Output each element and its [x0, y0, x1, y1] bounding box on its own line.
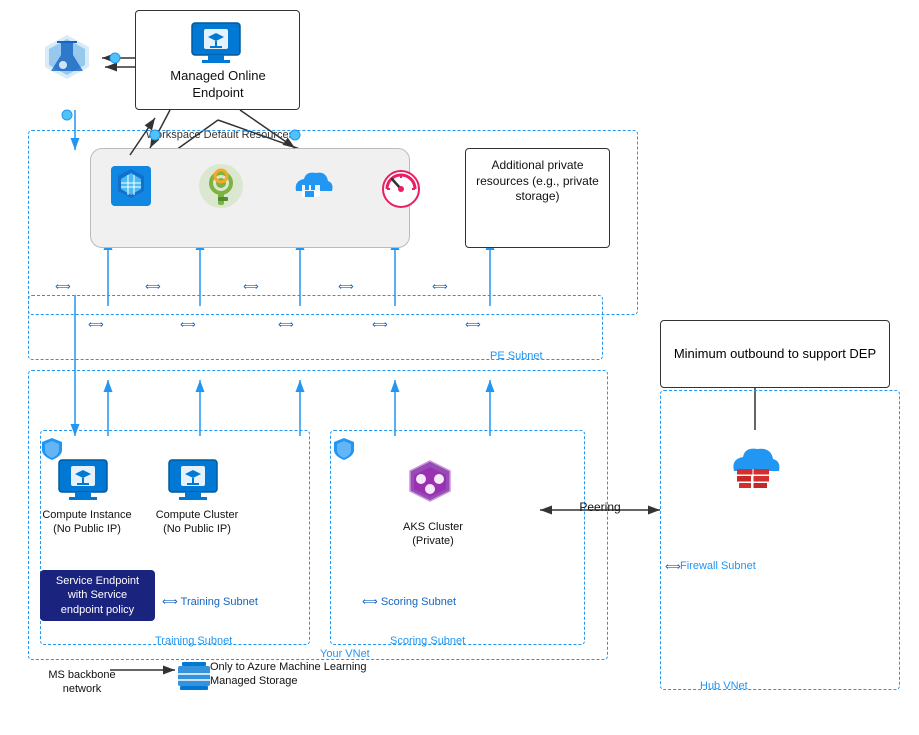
compute-instance-icon	[55, 455, 110, 505]
top-connector-5: ⟺	[432, 280, 448, 293]
firewall-subnet-connector: ⟺	[665, 560, 681, 573]
managed-storage-icon	[175, 658, 213, 693]
top-connector-4: ⟺	[338, 280, 354, 293]
pe-connector-2: ⟺	[180, 318, 196, 331]
scoring-subnet-label: Scoring Subnet	[390, 635, 465, 647]
aks-cluster-label: AKS Cluster (Private)	[388, 520, 478, 549]
peering-label: Peering	[565, 500, 635, 516]
aks-cluster-icon	[395, 455, 465, 520]
top-connector-1: ⟺	[55, 280, 71, 293]
training-subnet-label: Training Subnet	[155, 635, 232, 647]
compute-cluster-icon	[165, 455, 220, 505]
your-vnet-label: Your VNet	[320, 648, 370, 660]
top-vnet-dashed-box	[28, 130, 638, 315]
pe-connector-3: ⟺	[278, 318, 294, 331]
scoring-subnet-connector: ⟺ Scoring Subnet	[362, 595, 456, 608]
managed-endpoint-icon	[186, 18, 246, 68]
service-endpoint-box: Service Endpoint with Service endpoint p…	[40, 570, 155, 621]
service-endpoint-label: Service Endpoint with Service endpoint p…	[56, 575, 139, 616]
network-diagram: Managed Online Endpoint Workspace Defaul…	[0, 0, 919, 735]
training-subnet-connector: ⟺ Training Subnet	[162, 595, 258, 608]
minimum-outbound-box: Minimum outbound to support DEP	[660, 320, 890, 388]
only-azure-label: Only to Azure Machine Learning Managed S…	[210, 660, 375, 689]
managed-endpoint-label: Managed Online Endpoint	[148, 68, 288, 102]
hub-vnet-label: Hub VNet	[700, 680, 748, 692]
minimum-outbound-label: Minimum outbound to support DEP	[674, 345, 876, 363]
azure-ml-icon	[38, 28, 96, 86]
pe-connector-4: ⟺	[372, 318, 388, 331]
scoring-shield-icon	[330, 435, 358, 463]
pe-connector-5: ⟺	[465, 318, 481, 331]
pe-connector-1: ⟺	[88, 318, 104, 331]
firewall-icon	[718, 430, 788, 500]
top-connector-2: ⟺	[145, 280, 161, 293]
top-connector-3: ⟺	[243, 280, 259, 293]
pe-subnet-label: PE Subnet	[490, 350, 543, 362]
firewall-subnet-label: Firewall Subnet	[680, 560, 756, 572]
compute-cluster-label: Compute Cluster (No Public IP)	[152, 508, 242, 537]
compute-instance-label: Compute Instance (No Public IP)	[42, 508, 132, 537]
ms-backbone-label: MS backbone network	[42, 668, 122, 697]
